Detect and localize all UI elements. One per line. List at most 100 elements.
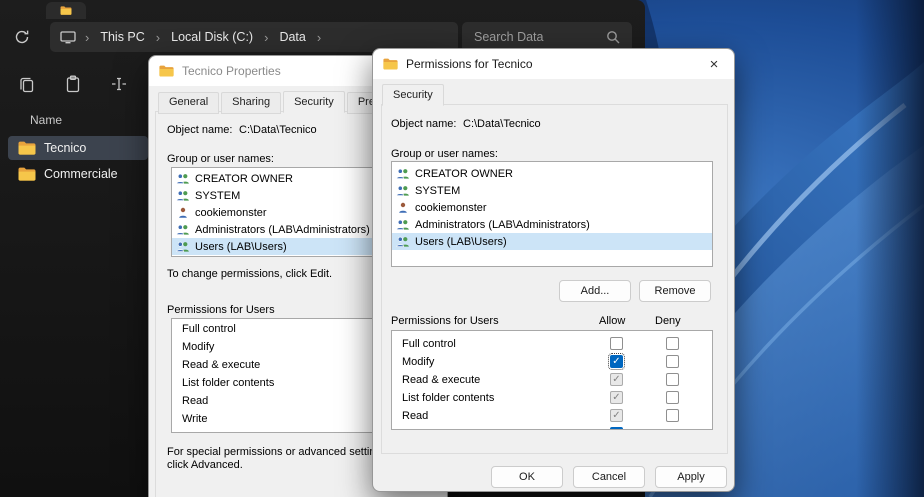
apply-button[interactable]: Apply	[655, 466, 727, 488]
permission-row-read-execute: Read & execute	[392, 371, 712, 389]
paste-button[interactable]	[54, 66, 92, 102]
refresh-button[interactable]	[12, 27, 32, 47]
permissions-dialog-title: Permissions for Tecnico	[406, 57, 533, 71]
group-icon	[396, 219, 410, 230]
folder-tab-icon	[60, 6, 72, 15]
close-icon: ×	[710, 56, 719, 73]
advanced-hint-line2: click Advanced.	[167, 459, 243, 471]
permissions-dialog: Permissions for Tecnico × Security Objec…	[372, 48, 735, 492]
permission-row-modify: Modify	[392, 353, 712, 371]
user-icon	[396, 202, 410, 213]
permissions-table: Full control Modify Read & execute List …	[391, 330, 713, 430]
user-icon	[176, 207, 190, 218]
properties-dialog-title: Tecnico Properties	[182, 64, 281, 78]
group-name: Administrators (LAB\Administrators)	[195, 224, 370, 236]
permission-row-read: Read	[392, 407, 712, 425]
permissions-for-users-label: Permissions for Users	[167, 304, 275, 316]
breadcrumb-data[interactable]: Data	[275, 30, 309, 44]
rename-icon	[110, 75, 128, 93]
allow-checkbox-partial[interactable]	[610, 427, 623, 430]
allow-checkbox-list-folder-contents[interactable]	[610, 391, 623, 404]
object-name-value: C:\Data\Tecnico	[463, 118, 541, 130]
paste-icon	[64, 75, 82, 93]
group-icon	[396, 185, 410, 196]
advanced-hint-line1: For special permissions or advanced sett…	[167, 446, 382, 458]
add-button[interactable]: Add...	[559, 280, 631, 302]
search-icon	[606, 30, 620, 44]
group-name: CREATOR OWNER	[195, 173, 293, 185]
chevron-right-icon: ›	[257, 30, 275, 45]
allow-checkbox-full-control[interactable]	[610, 337, 623, 350]
folder-icon	[159, 65, 174, 77]
allow-checkbox-read[interactable]	[610, 409, 623, 422]
deny-checkbox-full-control[interactable]	[666, 337, 679, 350]
allow-checkbox-modify[interactable]	[610, 355, 623, 368]
group-row-creator-owner[interactable]: CREATOR OWNER	[392, 165, 712, 182]
group-icon	[176, 173, 190, 184]
folder-icon	[18, 141, 36, 155]
permission-name: Modify	[402, 356, 434, 368]
permission-row-list-folder-contents: List folder contents	[392, 389, 712, 407]
group-name: cookiemonster	[195, 207, 267, 219]
close-button[interactable]: ×	[701, 53, 727, 75]
breadcrumb-this-pc[interactable]: This PC	[96, 30, 148, 44]
group-name: SYSTEM	[195, 190, 240, 202]
group-icon	[396, 236, 410, 247]
object-name-label: Object name:	[167, 124, 232, 136]
group-names-label: Group or user names:	[167, 153, 274, 165]
allow-checkbox-read-execute[interactable]	[610, 373, 623, 386]
deny-column-header: Deny	[655, 315, 681, 327]
name-column-header[interactable]: Name	[30, 113, 62, 127]
deny-checkbox-modify[interactable]	[666, 355, 679, 368]
tab-security[interactable]: Security	[382, 84, 444, 106]
group-name: cookiemonster	[415, 202, 487, 214]
tab-security[interactable]: Security	[283, 91, 345, 113]
folder-name: Tecnico	[44, 141, 86, 155]
edit-hint: To change permissions, click Edit.	[167, 268, 332, 280]
object-name-label: Object name:	[391, 118, 456, 130]
chevron-right-icon: ›	[149, 30, 167, 45]
folder-row-tecnico[interactable]: Tecnico	[8, 136, 148, 160]
permission-name: List folder contents	[402, 392, 494, 404]
group-row-users[interactable]: Users (LAB\Users)	[392, 233, 712, 250]
cancel-button[interactable]: Cancel	[573, 466, 645, 488]
breadcrumb-local-disk-c[interactable]: Local Disk (C:)	[167, 30, 257, 44]
group-icon	[176, 190, 190, 201]
chevron-right-icon: ›	[310, 30, 328, 45]
search-placeholder: Search Data	[474, 30, 543, 44]
folder-row-commerciale[interactable]: Commerciale	[8, 162, 148, 186]
deny-checkbox-list-folder-contents[interactable]	[666, 391, 679, 404]
permissions-title-bar: Permissions for Tecnico	[373, 49, 734, 79]
group-row-administrators[interactable]: Administrators (LAB\Administrators)	[392, 216, 712, 233]
object-name-value: C:\Data\Tecnico	[239, 124, 317, 136]
permissions-for-users-label: Permissions for Users	[391, 315, 499, 327]
folder-icon	[18, 167, 36, 181]
group-row-cookiemonster[interactable]: cookiemonster	[392, 199, 712, 216]
refresh-icon	[14, 29, 30, 45]
deny-checkbox-read[interactable]	[666, 409, 679, 422]
folder-icon	[383, 58, 398, 70]
allow-column-header: Allow	[599, 315, 625, 327]
ok-button[interactable]: OK	[491, 466, 563, 488]
permission-row-full-control: Full control	[392, 335, 712, 353]
permissions-tab-strip: Security	[382, 85, 446, 107]
copy-icon	[18, 75, 36, 93]
explorer-tab[interactable]	[46, 2, 86, 19]
group-name: Users (LAB\Users)	[415, 236, 507, 248]
tab-general[interactable]: General	[158, 92, 219, 114]
group-icon	[176, 224, 190, 235]
group-icon	[396, 168, 410, 179]
this-pc-icon	[60, 31, 76, 44]
copy-button[interactable]	[8, 66, 46, 102]
permission-name: Full control	[402, 338, 456, 350]
deny-checkbox-read-execute[interactable]	[666, 373, 679, 386]
rename-button[interactable]	[100, 66, 138, 102]
group-icon	[176, 241, 190, 252]
group-row-system[interactable]: SYSTEM	[392, 182, 712, 199]
group-name: CREATOR OWNER	[415, 168, 513, 180]
group-name: SYSTEM	[415, 185, 460, 197]
tab-sharing[interactable]: Sharing	[221, 92, 281, 114]
group-name: Users (LAB\Users)	[195, 241, 287, 253]
group-names-label: Group or user names:	[391, 148, 498, 160]
remove-button[interactable]: Remove	[639, 280, 711, 302]
